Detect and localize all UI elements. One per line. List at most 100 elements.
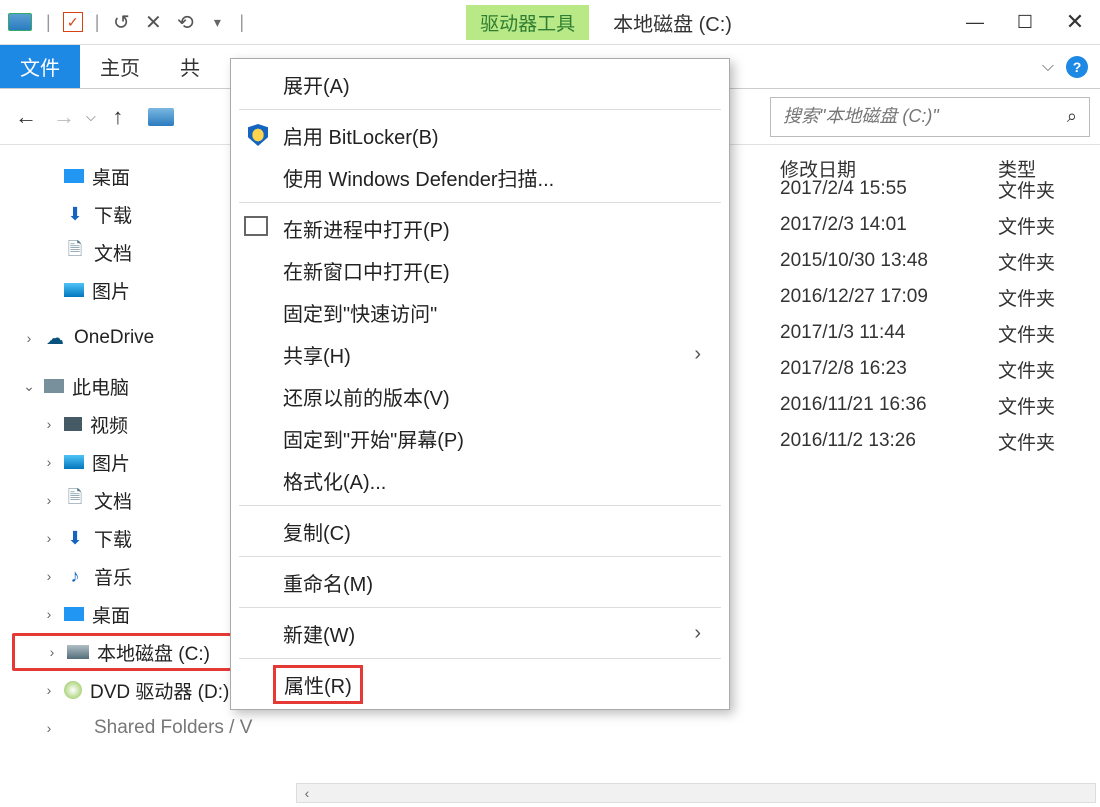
cell-type: 文件夹 xyxy=(998,428,1055,455)
shield-icon xyxy=(245,122,271,148)
ctx-pin-start[interactable]: 固定到"开始"屏幕(P) xyxy=(231,417,729,459)
delete-qat-button[interactable]: ⟲ xyxy=(171,8,199,36)
folder-icon xyxy=(64,717,86,739)
explorer-icon xyxy=(8,13,32,31)
pc-icon xyxy=(44,379,64,393)
tree-label: 视频 xyxy=(90,411,128,438)
download-icon: ⬇ xyxy=(64,527,86,549)
qat-dropdown[interactable]: ▾ xyxy=(203,8,231,36)
cell-type: 文件夹 xyxy=(998,356,1055,383)
ctx-share[interactable]: 共享(H)› xyxy=(231,333,729,375)
cell-date: 2016/11/21 16:36 xyxy=(780,394,927,416)
cell-type: 文件夹 xyxy=(998,248,1055,275)
ctx-pin-quick[interactable]: 固定到"快速访问" xyxy=(231,291,729,333)
cell-type: 文件夹 xyxy=(998,284,1055,311)
horizontal-scrollbar[interactable]: ‹ xyxy=(296,783,1096,803)
separator xyxy=(239,202,721,203)
tab-home[interactable]: 主页 xyxy=(80,45,160,88)
tree-label: 下载 xyxy=(94,201,132,228)
separator xyxy=(239,109,721,110)
up-button[interactable]: ↑ xyxy=(102,101,134,133)
window-title: 本地磁盘 (C:) xyxy=(613,8,732,37)
ctx-new[interactable]: 新建(W)› xyxy=(231,612,729,654)
context-menu: 展开(A) 启用 BitLocker(B) 使用 Windows Defende… xyxy=(230,58,730,710)
pictures-icon xyxy=(64,283,84,297)
chevron-right-icon: › xyxy=(694,343,701,366)
desktop-icon xyxy=(64,607,84,621)
ctx-bitlocker[interactable]: 启用 BitLocker(B) xyxy=(231,114,729,156)
ctx-defender[interactable]: 使用 Windows Defender扫描... xyxy=(231,156,729,198)
chevron-right-icon: › xyxy=(694,622,701,645)
ctx-new-window[interactable]: 在新窗口中打开(E) xyxy=(231,249,729,291)
cell-date: 2016/11/2 13:26 xyxy=(780,430,916,452)
desktop-icon xyxy=(64,169,84,183)
separator xyxy=(239,556,721,557)
search-input[interactable] xyxy=(783,106,1067,127)
tree-label: 本地磁盘 (C:) xyxy=(97,639,210,666)
cell-type: 文件夹 xyxy=(998,176,1055,203)
redo-button[interactable]: ✕ xyxy=(139,8,167,36)
ctx-rename[interactable]: 重命名(M) xyxy=(231,561,729,603)
drive-icon xyxy=(67,645,89,659)
cell-date: 2017/2/3 14:01 xyxy=(780,214,907,236)
history-dropdown[interactable]: ⌵ xyxy=(86,109,96,125)
context-tab-drive-tools[interactable]: 驱动器工具 xyxy=(466,5,589,40)
document-icon: 🗎 xyxy=(64,241,86,263)
quick-access-toolbar: | ✓ | ↺ ✕ ⟲ ▾ | xyxy=(0,8,248,36)
pictures-icon xyxy=(64,455,84,469)
tree-label: Shared Folders / V xyxy=(94,717,252,739)
tree-label: 文档 xyxy=(94,239,132,266)
cell-date: 2016/12/27 17:09 xyxy=(780,286,928,308)
cell-date: 2017/2/4 15:55 xyxy=(780,178,907,200)
back-button[interactable]: ← xyxy=(10,101,42,133)
music-icon: ♪ xyxy=(64,565,86,587)
tree-label: 桌面 xyxy=(92,601,130,628)
ctx-expand[interactable]: 展开(A) xyxy=(231,63,729,105)
dvd-icon xyxy=(64,681,82,699)
tree-label: 图片 xyxy=(92,277,130,304)
search-box[interactable]: ⌕ xyxy=(770,97,1090,137)
tree-label: DVD 驱动器 (D:) xyxy=(90,677,229,704)
separator: | xyxy=(239,12,244,33)
separator xyxy=(239,658,721,659)
document-icon: 🗎 xyxy=(64,489,86,511)
window-icon xyxy=(245,215,271,241)
ctx-format[interactable]: 格式化(A)... xyxy=(231,459,729,501)
ctx-properties[interactable]: 属性(R) xyxy=(231,663,729,705)
cell-type: 文件夹 xyxy=(998,320,1055,347)
tab-file[interactable]: 文件 xyxy=(0,45,80,88)
forward-button[interactable]: → xyxy=(48,101,80,133)
ctx-new-process[interactable]: 在新进程中打开(P) xyxy=(231,207,729,249)
title-bar: | ✓ | ↺ ✕ ⟲ ▾ | 驱动器工具 本地磁盘 (C:) — ☐ ✕ xyxy=(0,0,1100,45)
cell-date: 2015/10/30 13:48 xyxy=(780,250,928,272)
cell-date: 2017/1/3 11:44 xyxy=(780,322,905,344)
maximize-button[interactable]: ☐ xyxy=(1000,0,1050,44)
tree-label: 音乐 xyxy=(94,563,132,590)
cell-date: 2017/2/8 16:23 xyxy=(780,358,907,380)
onedrive-icon: ☁ xyxy=(44,327,66,349)
close-button[interactable]: ✕ xyxy=(1050,0,1100,44)
tree-label: 文档 xyxy=(94,487,132,514)
cell-type: 文件夹 xyxy=(998,392,1055,419)
tree-label: OneDrive xyxy=(74,327,154,349)
collapse-ribbon-icon[interactable]: ⌵ xyxy=(1042,58,1054,76)
search-icon[interactable]: ⌕ xyxy=(1067,106,1077,127)
separator xyxy=(239,505,721,506)
tab-share-partial[interactable]: 共 xyxy=(160,45,220,88)
tree-item-shared-folders[interactable]: ›Shared Folders / V xyxy=(12,709,280,747)
address-bar[interactable] xyxy=(140,104,182,130)
cell-type: 文件夹 xyxy=(998,212,1055,239)
tree-label: 图片 xyxy=(92,449,130,476)
tree-label: 此电脑 xyxy=(72,373,129,400)
minimize-button[interactable]: — xyxy=(950,0,1000,44)
ctx-restore[interactable]: 还原以前的版本(V) xyxy=(231,375,729,417)
undo-button[interactable]: ↺ xyxy=(107,8,135,36)
tree-label: 桌面 xyxy=(92,163,130,190)
ctx-copy[interactable]: 复制(C) xyxy=(231,510,729,552)
separator: | xyxy=(95,12,100,33)
drive-icon xyxy=(148,108,174,126)
properties-qat-button[interactable]: ✓ xyxy=(59,8,87,36)
download-icon: ⬇ xyxy=(64,203,86,225)
help-icon[interactable]: ? xyxy=(1066,56,1088,78)
tree-label: 下载 xyxy=(94,525,132,552)
